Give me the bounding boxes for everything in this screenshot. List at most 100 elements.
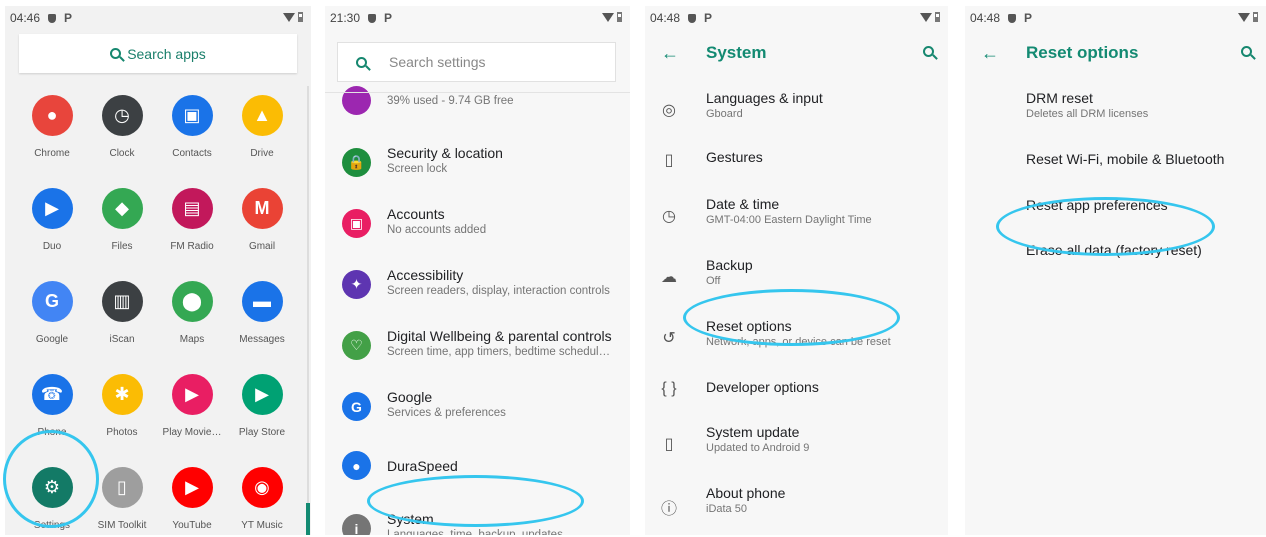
- system-item-title: Gestures: [706, 149, 763, 165]
- settings-item-accessibility[interactable]: ✦ Accessibility Screen readers, display, i…: [325, 254, 630, 314]
- app-duo[interactable]: ▶ Duo: [17, 185, 87, 278]
- reset-item-drm-reset[interactable]: DRM reset Deletes all DRM licenses: [965, 90, 1266, 130]
- back-arrow-icon[interactable]: ←: [661, 43, 679, 64]
- reset-item-erase-all-data-factory-reset[interactable]: Erase all data (factory reset): [965, 242, 1266, 282]
- reset-item-reset-app-preferences[interactable]: Reset app preferences: [965, 197, 1266, 237]
- play-store-icon: ▶: [241, 374, 283, 415]
- settings-item-digital-wellbeing-parental-controls[interactable]: ♡ Digital Wellbeing & parental controls Sc…: [325, 315, 630, 375]
- settings-item-duraspeed[interactable]: ● DuraSpeed: [325, 437, 630, 497]
- settings-item-summary: 39% used - 9.74 GB free: [387, 95, 514, 107]
- app-fm-radio[interactable]: ▤ FM Radio: [157, 185, 227, 278]
- app-chrome[interactable]: ● Chrome: [17, 92, 87, 185]
- settings-item-system[interactable]: i System Languages, time, backup, updates: [325, 498, 630, 535]
- app-label: Messages: [239, 334, 285, 345]
- app-yt-music[interactable]: ◉ YT Music: [227, 464, 297, 535]
- search-apps-bar[interactable]: Search apps: [19, 34, 297, 73]
- system-item-backup[interactable]: ☁ Backup Off: [645, 257, 948, 307]
- search-icon[interactable]: [923, 46, 934, 57]
- search-icon[interactable]: [1241, 46, 1252, 57]
- settings-item-security-location[interactable]: 🔒 Security & location Screen lock: [325, 132, 630, 192]
- scrollbar-thumb[interactable]: [306, 503, 310, 535]
- iscan-icon: ▥: [101, 281, 143, 322]
- lock-icon: 🔒: [342, 148, 371, 177]
- app-files[interactable]: ◆ Files: [87, 185, 157, 278]
- app-label: Contacts: [172, 148, 212, 159]
- google-icon: G: [342, 392, 371, 421]
- reset-item-title: Erase all data (factory reset): [1026, 242, 1202, 258]
- parking-notification-icon: P: [384, 11, 393, 25]
- settings-item-title: Digital Wellbeing & parental controls: [387, 328, 612, 344]
- app-phone[interactable]: ☎ Phone: [17, 371, 87, 464]
- reset-item-reset-wi-fi-mobile-bluetooth[interactable]: Reset Wi-Fi, mobile & Bluetooth: [965, 151, 1266, 191]
- system-item-gestures[interactable]: ▯ Gestures: [645, 149, 948, 199]
- scrollbar-track[interactable]: [307, 86, 309, 526]
- app-google[interactable]: G Google: [17, 278, 87, 371]
- page-title: System: [706, 43, 767, 62]
- settings-item-accounts[interactable]: ▣ Accounts No accounts added: [325, 193, 630, 253]
- app-drawer-screen: 04:46 P Search apps ● Chrome ◷ Clock ▣ Contac…: [5, 6, 311, 535]
- battery-icon: [617, 12, 622, 22]
- app-label: Duo: [42, 241, 62, 252]
- system-item-title: About phone: [706, 485, 786, 501]
- info-icon: ⓘ: [660, 501, 677, 518]
- app-iscan[interactable]: ▥ iScan: [87, 278, 157, 371]
- app-clock[interactable]: ◷ Clock: [87, 92, 157, 185]
- app-gmail[interactable]: M Gmail: [227, 185, 297, 278]
- system-item-system-update[interactable]: ▯ System update Updated to Android 9: [645, 424, 948, 474]
- contacts-icon: ▣: [171, 95, 213, 136]
- app-youtube[interactable]: ▶ YouTube: [157, 464, 227, 535]
- settings-item-title: Security & location: [387, 145, 503, 161]
- clock-icon: ◷: [662, 208, 676, 225]
- drive-icon: ▲: [241, 95, 283, 136]
- status-time: 21:30: [330, 11, 361, 25]
- status-time: 04:46: [10, 11, 41, 25]
- settings-item-title: Accessibility: [387, 267, 464, 283]
- app-maps[interactable]: ⬤ Maps: [157, 278, 227, 371]
- status-time: 04:48: [650, 11, 681, 25]
- status-bar: 21:30 P: [325, 6, 630, 30]
- phone-icon: ☎: [31, 374, 73, 415]
- shield-notification-icon: [688, 13, 697, 23]
- system-item-date-time[interactable]: ◷ Date & time GMT-04:00 Eastern Daylight T…: [645, 196, 948, 246]
- system-item-title: Backup: [706, 257, 753, 273]
- settings-item-google[interactable]: G Google Services & preferences: [325, 376, 630, 436]
- app-messages[interactable]: ▬ Messages: [227, 278, 297, 371]
- battery-icon: [1253, 12, 1258, 22]
- app-play-store[interactable]: ▶ Play Store: [227, 371, 297, 464]
- system-item-summary: GMT-04:00 Eastern Daylight Time: [706, 214, 872, 226]
- divider: [325, 92, 630, 93]
- settings-item-summary: No accounts added: [387, 224, 487, 236]
- system-item-summary: iData 50: [706, 503, 747, 515]
- shield-notification-icon: [368, 13, 377, 23]
- settings-item-title: System: [387, 511, 434, 527]
- back-arrow-icon[interactable]: ←: [981, 43, 999, 64]
- app-contacts[interactable]: ▣ Contacts: [157, 92, 227, 185]
- messages-icon: ▬: [241, 281, 283, 322]
- app-label: Maps: [179, 334, 205, 345]
- app-drive[interactable]: ▲ Drive: [227, 92, 297, 185]
- system-item-about-phone[interactable]: ⓘ About phone iData 50: [645, 485, 948, 535]
- status-bar: 04:46 P: [5, 6, 311, 30]
- app-photos[interactable]: ✱ Photos: [87, 371, 157, 464]
- system-item-summary: Gboard: [706, 108, 743, 120]
- system-update-icon: ▯: [664, 436, 674, 453]
- settings-item-title: Accounts: [387, 206, 445, 222]
- system-item-reset-options[interactable]: ↺ Reset options Network, apps, or device c…: [645, 318, 948, 368]
- app-label: SIM Toolkit: [97, 520, 147, 531]
- app-play-movies[interactable]: ▶ Play Movie…: [157, 371, 227, 464]
- system-item-summary: Off: [706, 275, 721, 287]
- app-label: Phone: [37, 427, 67, 438]
- yt-music-icon: ◉: [241, 467, 283, 508]
- clock-icon: ◷: [101, 95, 143, 136]
- settings-item-title: DuraSpeed: [387, 458, 458, 474]
- system-item-languages-input[interactable]: ◎ Languages & input Gboard: [645, 90, 948, 140]
- parking-notification-icon: P: [1024, 11, 1033, 25]
- search-settings-field[interactable]: Search settings: [337, 42, 616, 82]
- system-item-title: Reset options: [706, 318, 792, 334]
- files-icon: ◆: [101, 188, 143, 229]
- parking-notification-icon: P: [64, 11, 73, 25]
- accessibility-icon: ✦: [342, 270, 371, 299]
- app-settings[interactable]: ⚙ Settings: [17, 464, 87, 535]
- app-sim-toolkit[interactable]: ▯ SIM Toolkit: [87, 464, 157, 535]
- system-item-developer-options[interactable]: { } Developer options: [645, 379, 948, 429]
